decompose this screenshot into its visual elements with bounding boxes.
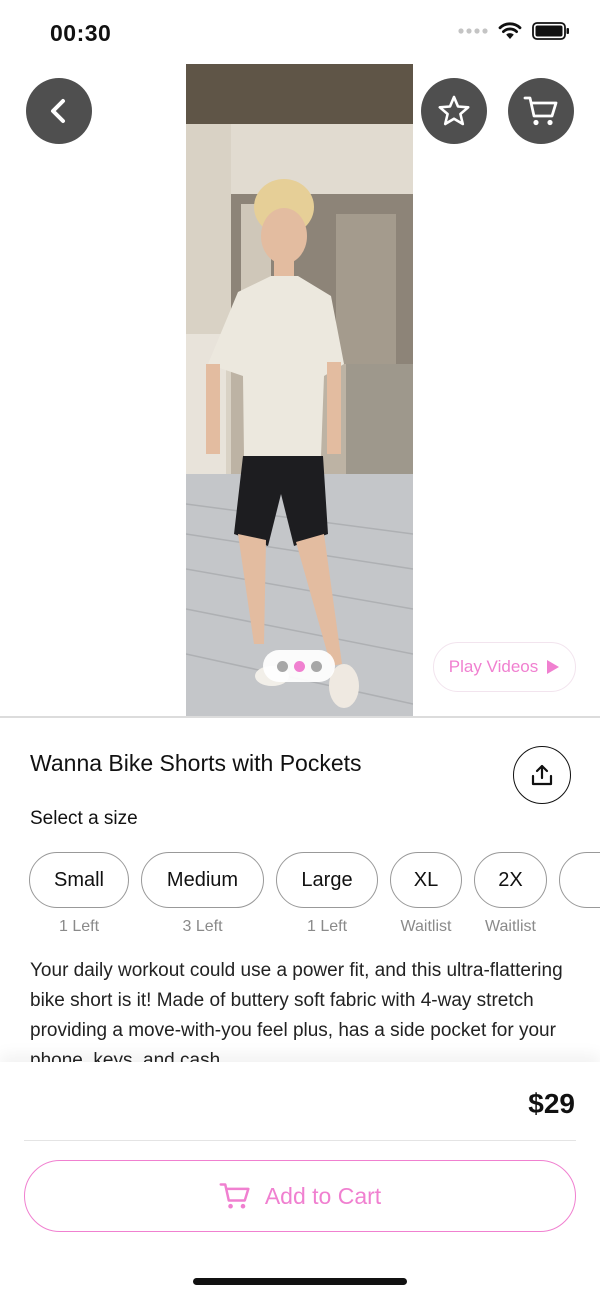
pagination-dot[interactable] — [310, 660, 322, 672]
chevron-left-icon — [51, 99, 65, 123]
product-photo[interactable] — [186, 64, 413, 716]
size-pill[interactable]: Medium — [141, 852, 264, 908]
product-price: $29 — [528, 1088, 575, 1119]
size-pill[interactable]: XL — [390, 852, 462, 908]
add-to-cart-button[interactable]: Add to Cart — [24, 1160, 576, 1232]
battery-icon — [532, 22, 569, 40]
footer-divider — [24, 1140, 576, 1141]
size-availability: 3 Left — [182, 918, 223, 935]
cart-icon — [219, 1183, 250, 1209]
size-pill[interactable]: Large — [276, 852, 378, 908]
signal-icon — [458, 28, 488, 34]
star-icon — [438, 95, 470, 126]
share-icon — [531, 764, 553, 786]
pagination-dot[interactable] — [276, 660, 288, 672]
section-divider — [0, 716, 600, 718]
size-pill[interactable] — [559, 852, 600, 908]
status-time: 00:30 — [50, 20, 112, 46]
size-option-2x[interactable]: 2X Waitlist — [474, 852, 547, 936]
cart-button[interactable] — [508, 78, 574, 144]
wifi-icon — [498, 22, 522, 39]
size-option-partial[interactable] — [559, 852, 600, 908]
product-title: Wanna Bike Shorts with Pockets — [30, 750, 362, 776]
play-videos-button[interactable]: Play Videos — [433, 642, 576, 692]
purchase-footer: $29 Add to Cart — [0, 1062, 600, 1299]
share-button[interactable] — [513, 746, 571, 804]
size-option-small[interactable]: Small 1 Left — [29, 852, 129, 936]
size-option-xl[interactable]: XL Waitlist — [390, 852, 462, 936]
status-bar: 00:30 — [0, 0, 600, 64]
pagination-dot-active[interactable] — [293, 660, 305, 672]
size-pill[interactable]: 2X — [474, 852, 547, 908]
play-videos-label: Play Videos — [448, 657, 539, 676]
play-icon — [547, 660, 560, 674]
product-description: Your daily workout could use a power fit… — [30, 960, 563, 1062]
home-indicator[interactable] — [193, 1278, 407, 1285]
size-availability: 1 Left — [58, 918, 100, 935]
size-option-medium[interactable]: Medium 3 Left — [141, 852, 264, 936]
add-to-cart-label: Add to Cart — [264, 1182, 382, 1209]
back-button[interactable] — [26, 78, 92, 144]
size-availability: Waitlist — [400, 918, 452, 935]
gallery-pagination[interactable] — [263, 650, 335, 682]
size-selector[interactable]: Small 1 Left Medium 3 Left Large 1 Left … — [29, 852, 600, 942]
status-icons — [458, 22, 570, 40]
cart-icon — [523, 96, 558, 126]
size-availability: 1 Left — [306, 918, 348, 935]
size-availability: Waitlist — [485, 918, 536, 935]
favorite-button[interactable] — [421, 78, 487, 144]
size-pill[interactable]: Small — [29, 852, 129, 908]
product-gallery[interactable]: Play Videos — [0, 64, 600, 716]
select-size-label: Select a size — [30, 808, 138, 829]
size-option-large[interactable]: Large 1 Left — [276, 852, 378, 936]
